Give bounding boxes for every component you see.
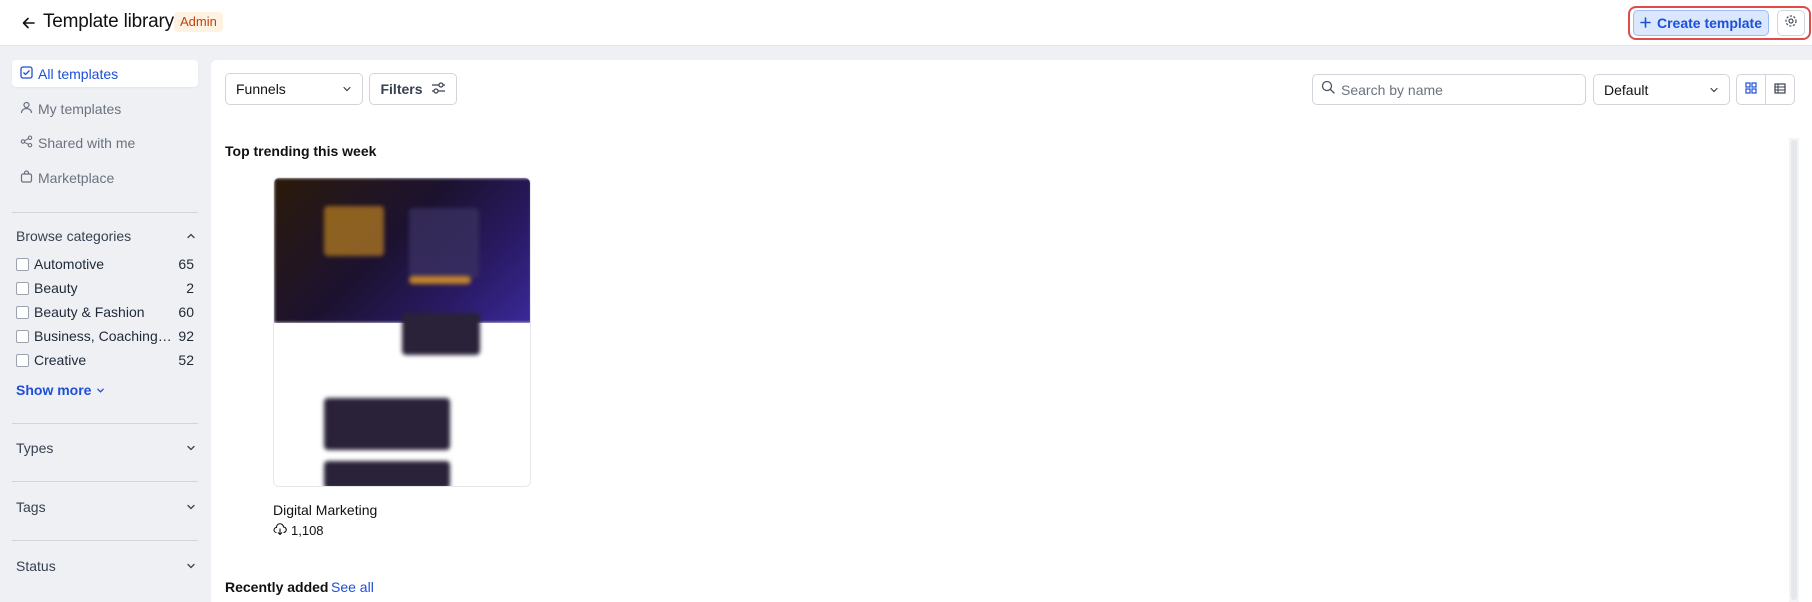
category-name: Creative xyxy=(34,352,87,368)
list-view-button[interactable] xyxy=(1766,75,1794,104)
thumbnail-blur xyxy=(402,313,480,355)
template-type-value: Funnels xyxy=(236,81,286,97)
template-card[interactable] xyxy=(273,177,531,487)
user-icon xyxy=(20,101,33,117)
sidebar: All templates My templates Shared with m… xyxy=(0,47,210,602)
scrollbar-thumb[interactable] xyxy=(1791,140,1797,600)
gear-icon xyxy=(1784,14,1798,33)
status-section-header[interactable]: Status xyxy=(16,558,196,574)
show-more-link[interactable]: Show more xyxy=(16,382,105,398)
checkbox-icon xyxy=(20,65,33,82)
tags-section-header[interactable]: Tags xyxy=(16,499,196,515)
admin-badge: Admin xyxy=(174,12,223,32)
list-icon xyxy=(1774,81,1786,99)
sidebar-divider xyxy=(12,481,198,482)
chevron-up-icon xyxy=(186,228,196,244)
category-name: Business, Coaching & Consulting xyxy=(34,328,172,344)
create-template-button[interactable]: Create template xyxy=(1633,10,1769,36)
category-count: 2 xyxy=(186,280,194,296)
category-name: Automotive xyxy=(34,256,105,272)
nav-label: My templates xyxy=(38,100,122,117)
settings-button[interactable] xyxy=(1777,10,1805,36)
template-type-select[interactable]: Funnels xyxy=(225,73,363,105)
thumbnail-blur xyxy=(409,208,479,278)
main-panel: Funnels Filters Default xyxy=(211,60,1812,602)
top-header: Template library Admin Create template xyxy=(0,0,1812,46)
template-card-title: Digital Marketing xyxy=(273,502,378,518)
nav-label: Marketplace xyxy=(38,169,115,186)
grid-view-button[interactable] xyxy=(1737,75,1766,104)
filters-button[interactable]: Filters xyxy=(369,73,457,105)
browse-categories-header[interactable]: Browse categories xyxy=(16,228,196,244)
grid-icon xyxy=(1745,81,1757,99)
category-row[interactable]: Beauty 2 xyxy=(16,278,194,298)
cloud-download-icon xyxy=(273,523,287,538)
nav-label: All templates xyxy=(38,65,119,82)
thumbnail-blur xyxy=(324,461,450,486)
chevron-down-icon xyxy=(186,440,196,456)
category-row[interactable]: Beauty & Fashion 60 xyxy=(16,302,194,322)
show-more-label: Show more xyxy=(16,382,92,398)
nav-marketplace[interactable]: Marketplace xyxy=(12,164,198,191)
search-icon xyxy=(1321,80,1335,99)
bag-icon xyxy=(20,169,33,186)
category-checkbox[interactable] xyxy=(16,353,29,367)
chevron-down-icon xyxy=(342,81,352,97)
thumbnail-blur xyxy=(324,206,384,256)
nav-all-templates[interactable]: All templates xyxy=(12,60,198,87)
chevron-down-icon xyxy=(1709,82,1719,98)
create-template-label: Create template xyxy=(1656,15,1763,31)
nav-my-templates[interactable]: My templates xyxy=(12,95,198,122)
search-box[interactable] xyxy=(1312,74,1586,105)
sort-select[interactable]: Default xyxy=(1593,74,1730,105)
category-count: 65 xyxy=(178,256,194,272)
recently-added-title: Recently added xyxy=(225,579,329,595)
category-checkbox[interactable] xyxy=(16,281,29,295)
sidebar-divider xyxy=(12,540,198,541)
chevron-down-icon xyxy=(96,382,105,398)
category-count: 60 xyxy=(178,304,194,320)
category-row[interactable]: Automotive 65 xyxy=(16,254,194,274)
tags-title: Tags xyxy=(16,499,46,515)
types-title: Types xyxy=(16,440,54,456)
category-row[interactable]: Creative 52 xyxy=(16,350,194,370)
sort-value: Default xyxy=(1604,81,1649,98)
trending-section-title: Top trending this week xyxy=(225,143,377,159)
types-section-header[interactable]: Types xyxy=(16,440,196,456)
plus-icon xyxy=(1640,15,1651,31)
see-all-link[interactable]: See all xyxy=(331,579,374,595)
search-input[interactable] xyxy=(1341,81,1571,98)
status-title: Status xyxy=(16,558,56,574)
chevron-down-icon xyxy=(186,558,196,574)
share-icon xyxy=(20,135,33,151)
category-checkbox[interactable] xyxy=(16,257,29,271)
category-row[interactable]: Business, Coaching & Consulting 92 xyxy=(16,326,194,346)
category-name: Beauty & Fashion xyxy=(34,304,145,320)
filters-label: Filters xyxy=(380,81,423,97)
download-count: 1,108 xyxy=(291,523,324,538)
nav-label: Shared with me xyxy=(38,134,136,151)
template-thumbnail xyxy=(274,178,530,323)
sidebar-divider xyxy=(12,212,198,213)
chevron-down-icon xyxy=(186,499,196,515)
category-count: 52 xyxy=(178,352,194,368)
category-checkbox[interactable] xyxy=(16,305,29,319)
back-arrow-icon[interactable] xyxy=(18,12,40,34)
sliders-icon xyxy=(431,81,446,97)
category-name: Beauty xyxy=(34,280,78,296)
page-title: Template library xyxy=(43,11,174,32)
browse-categories-title: Browse categories xyxy=(16,228,132,244)
view-toggle xyxy=(1736,74,1795,105)
sidebar-divider xyxy=(12,423,198,424)
thumbnail-blur xyxy=(324,398,450,450)
nav-shared-with-me[interactable]: Shared with me xyxy=(12,129,198,156)
category-checkbox[interactable] xyxy=(16,329,29,343)
thumbnail-blur xyxy=(409,276,471,284)
category-count: 92 xyxy=(178,328,194,344)
template-card-downloads: 1,108 xyxy=(273,523,324,538)
